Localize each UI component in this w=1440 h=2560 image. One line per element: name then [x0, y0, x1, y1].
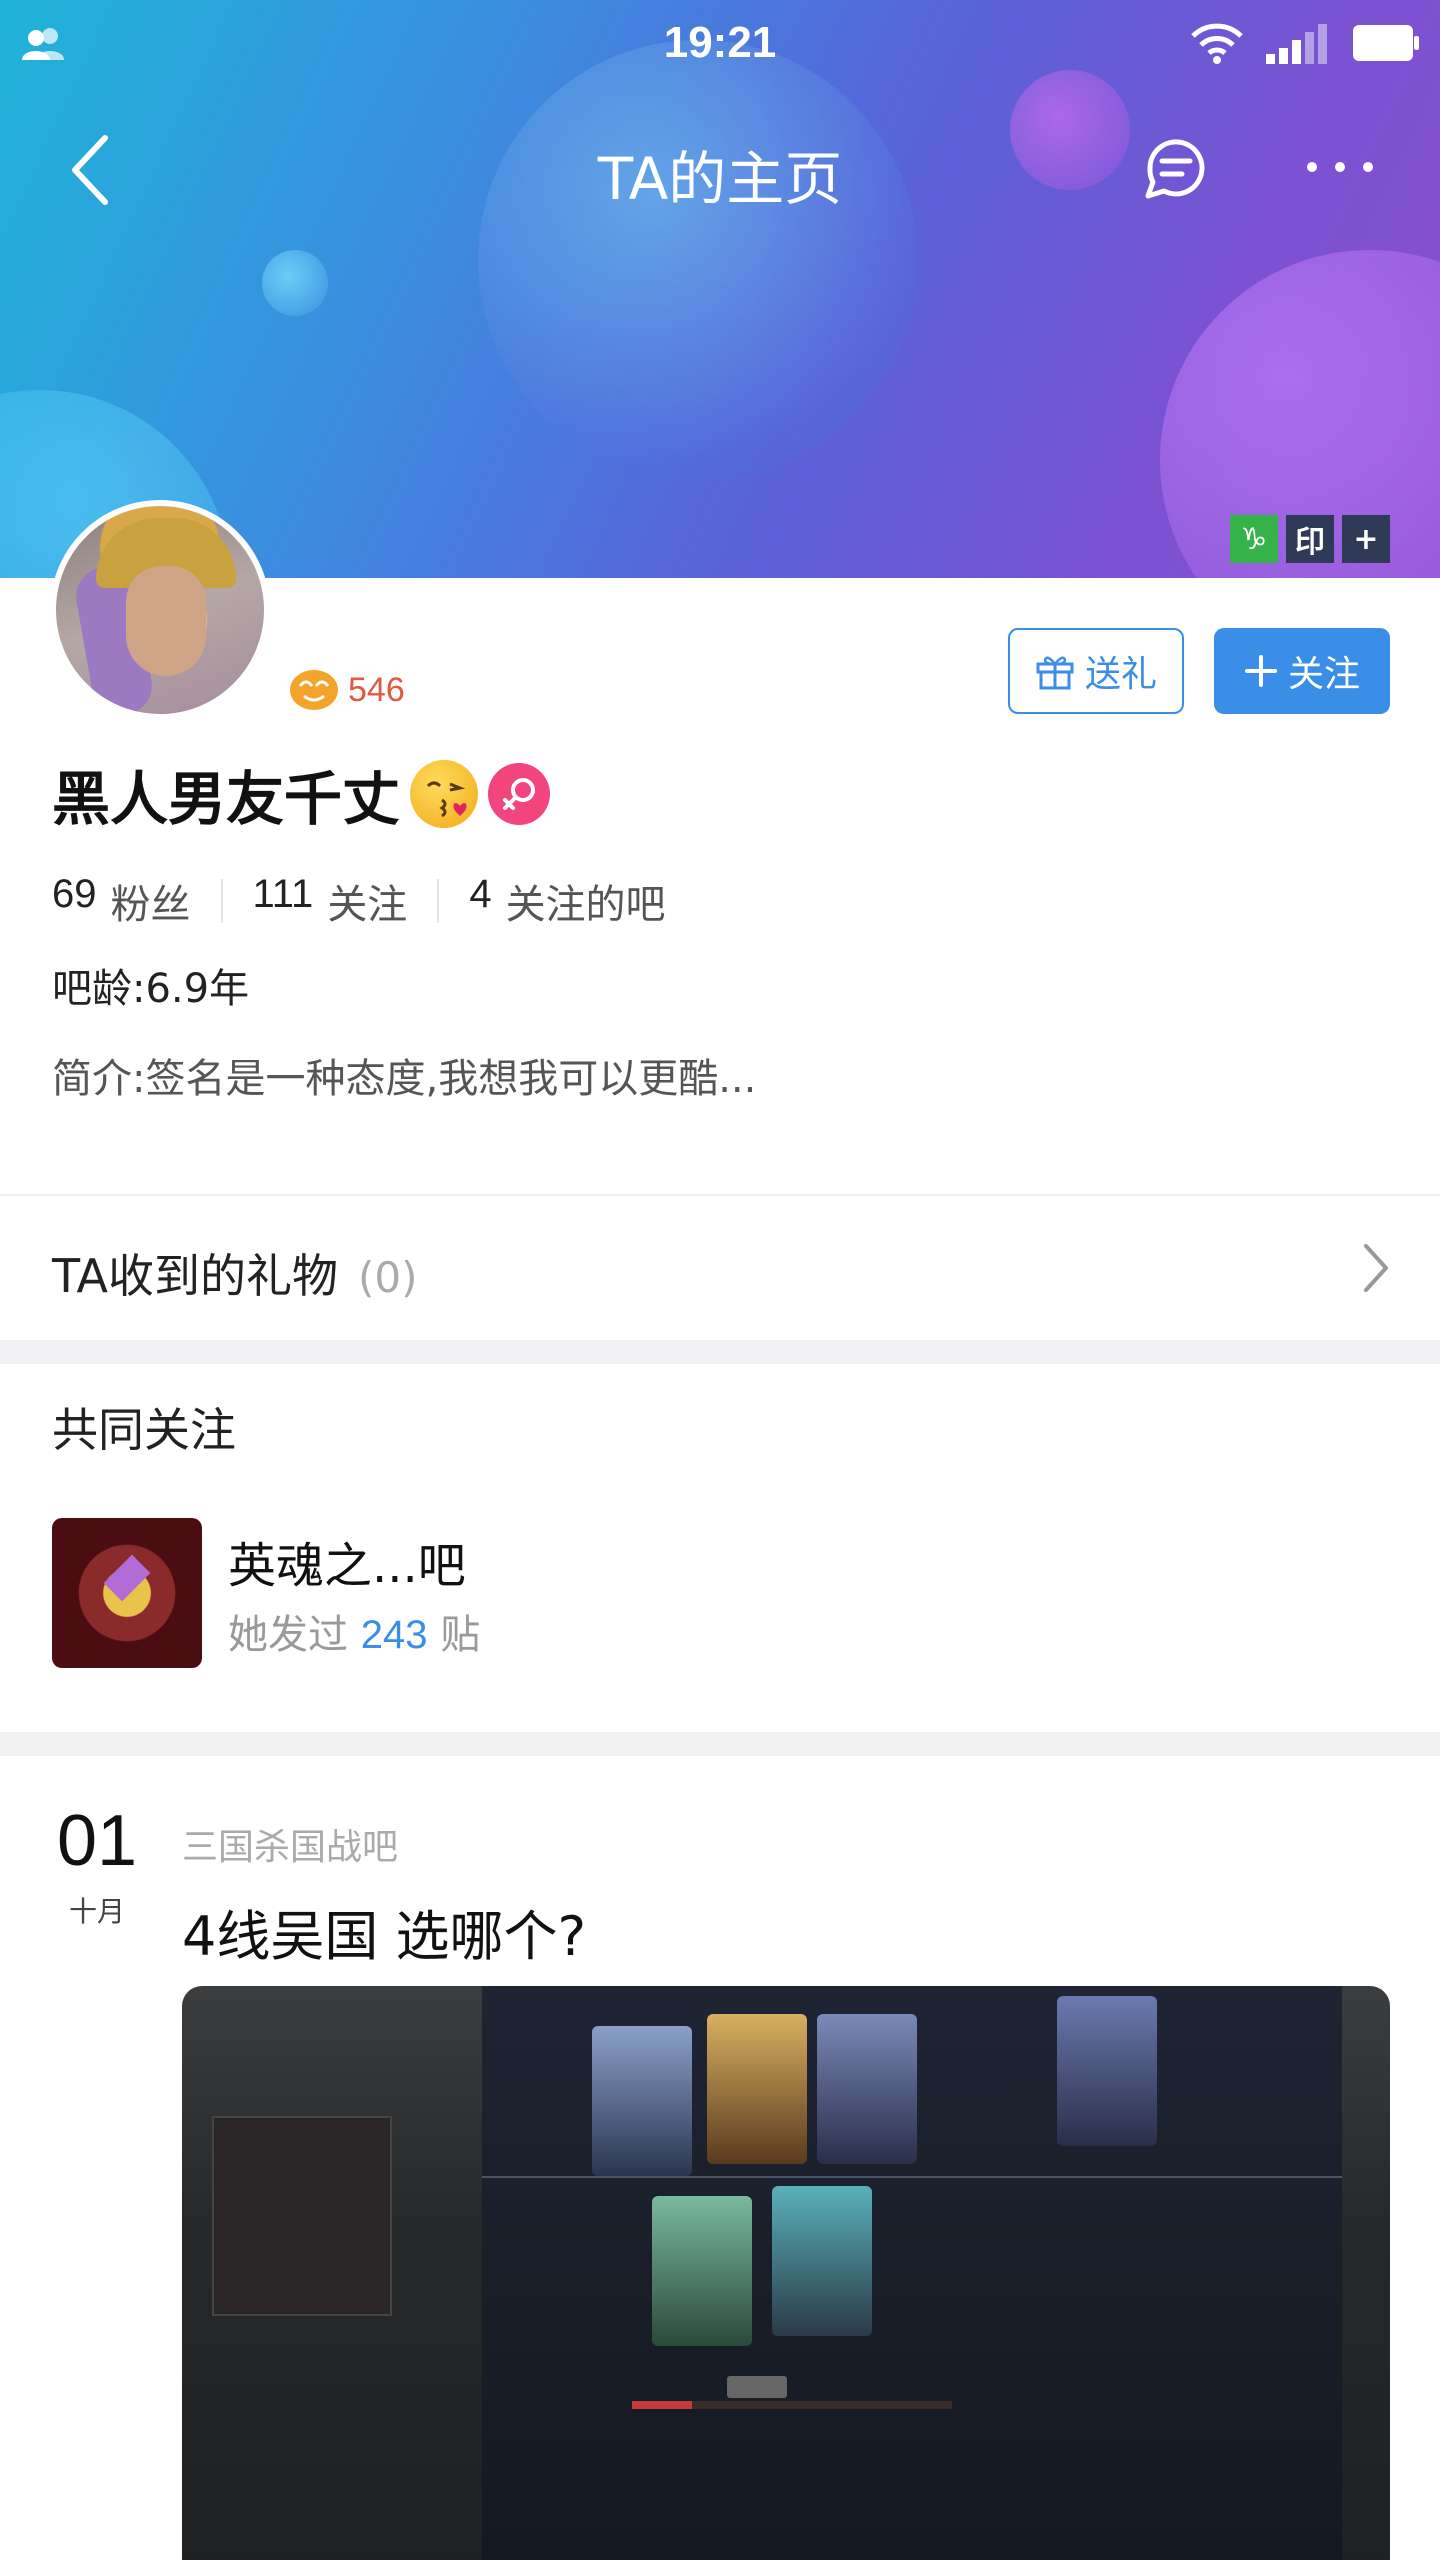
forum-post-count-row: 她发过 243 贴 [228, 1602, 480, 1660]
kissing-face-icon [410, 760, 479, 828]
bio-text: 签名是一种态度,我想我可以更酷... [145, 1056, 757, 1102]
fans-count: 69 [52, 872, 97, 916]
fans-stat[interactable]: 69 粉丝 [52, 872, 191, 930]
forum-posts-count: 243 [360, 1613, 428, 1657]
followed-forums-label: 关注的吧 [505, 882, 666, 928]
received-gifts-count: (0) [358, 1253, 418, 1302]
fans-label: 粉丝 [110, 882, 191, 928]
plus-icon [1244, 655, 1277, 687]
username-row: 黑人男友千丈 [52, 752, 551, 836]
level-icon [288, 664, 340, 716]
username: 黑人男友千丈 [52, 765, 401, 833]
bio-row: 简介:签名是一种态度,我想我可以更酷... [52, 1046, 756, 1104]
forum-avatar[interactable] [52, 1518, 202, 1668]
following-label: 关注 [327, 882, 408, 928]
send-gift-button[interactable]: 送礼 [1008, 628, 1184, 714]
divider [220, 879, 223, 923]
followed-forums-stat[interactable]: 4 关注的吧 [469, 872, 665, 930]
post-forum-name[interactable]: 三国杀国战吧 [182, 1818, 398, 1870]
stats-row: 69 粉丝 111 关注 4 关注的吧 [52, 872, 666, 930]
post-title[interactable]: 4线吴国 选哪个? [182, 1892, 586, 1971]
avatar[interactable] [50, 500, 270, 720]
more-dots-icon [1307, 162, 1373, 172]
post-month: 十月 [68, 1895, 125, 1928]
wifi-icon [1190, 22, 1244, 68]
received-gifts-row[interactable]: TA收到的礼物 (0) [0, 1196, 1440, 1340]
add-badge-button[interactable]: + [1342, 515, 1390, 563]
page-title: TA的主页 [597, 145, 843, 213]
divider [437, 879, 440, 923]
status-bar: 19:21 [0, 0, 1440, 90]
seal-badge[interactable]: 印 [1286, 515, 1334, 563]
post-day: 01 [56, 1801, 138, 1881]
post-image[interactable] [182, 1986, 1390, 2560]
level-value: 546 [348, 670, 405, 709]
message-button[interactable] [1140, 132, 1212, 204]
battery-icon [1352, 24, 1420, 66]
following-count: 111 [252, 872, 314, 916]
forum-name[interactable]: 英魂之...吧 [228, 1526, 466, 1596]
forum-age-row: 吧龄:6.9年 [52, 956, 249, 1014]
badge-group: ♑ 印 + [1230, 515, 1390, 563]
chat-bubble-icon [1145, 139, 1205, 199]
nav-bar: TA的主页 [0, 100, 1440, 230]
forum-posts-prefix: 她发过 [228, 1612, 348, 1658]
banner-bubble [262, 250, 328, 316]
send-gift-label: 送礼 [1084, 654, 1157, 695]
female-gender-icon [488, 763, 551, 825]
forum-age-label: 吧龄: [52, 966, 146, 1012]
section-separator [0, 1732, 1440, 1756]
following-stat[interactable]: 111 关注 [253, 872, 408, 930]
more-button[interactable] [1300, 142, 1380, 192]
chevron-right-icon [1360, 1242, 1390, 1298]
signal-icon [1266, 22, 1330, 68]
follow-button[interactable]: 关注 [1214, 628, 1390, 714]
bio-label: 简介: [52, 1056, 146, 1102]
forum-age-value: 6.9年 [145, 966, 250, 1012]
level-badge: 546 [288, 664, 405, 716]
gift-icon [1036, 656, 1074, 690]
section-separator [0, 1340, 1440, 1364]
received-gifts-title: TA收到的礼物 (0) [52, 1240, 418, 1306]
profile-banner: 19:21 TA的主页 ♑ 印 + [0, 0, 1440, 578]
followed-forums-count: 4 [469, 872, 492, 916]
capricorn-badge[interactable]: ♑ [1230, 515, 1278, 563]
common-follows-title: 共同关注 [52, 1403, 236, 1457]
forum-posts-suffix: 贴 [440, 1612, 481, 1658]
follow-label: 关注 [1287, 654, 1360, 695]
received-gifts-label: TA收到的礼物 [52, 1249, 338, 1303]
game-screen [482, 1986, 1342, 2560]
